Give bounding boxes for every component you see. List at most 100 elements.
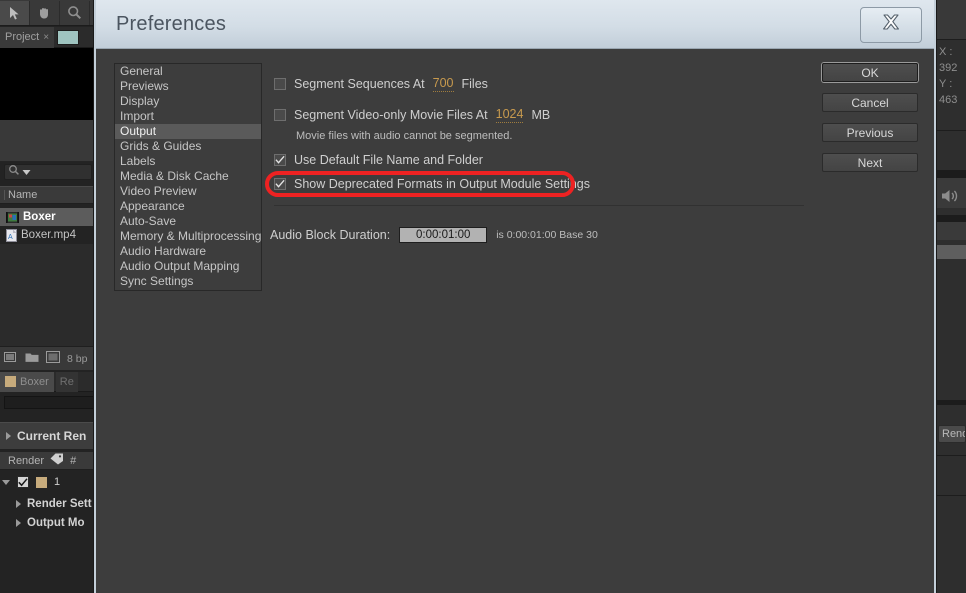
render-enabled-checkbox[interactable] xyxy=(17,476,29,488)
previous-button[interactable]: Previous xyxy=(822,123,918,142)
hand-tool-button[interactable] xyxy=(30,0,60,25)
arrow-icon xyxy=(9,6,20,20)
tab-project[interactable]: Project × xyxy=(0,26,55,48)
dialog-body: General Previews Display Import Output G… xyxy=(96,49,934,593)
render-button-label: Rend xyxy=(942,428,966,440)
check-icon xyxy=(275,155,285,164)
segment-sequences-label: Segment Sequences At xyxy=(294,77,425,91)
column-header-render: Render xyxy=(8,454,45,467)
preferences-category-list[interactable]: General Previews Display Import Output G… xyxy=(114,63,262,291)
dialog-title: Preferences xyxy=(116,13,227,35)
sidebar-item-display[interactable]: Display xyxy=(115,94,261,109)
new-comp-icon[interactable] xyxy=(4,351,18,366)
right-panel-header xyxy=(936,0,966,40)
disclosure-triangle-icon[interactable] xyxy=(16,499,21,508)
disclosure-triangle-icon[interactable] xyxy=(2,479,10,485)
disclosure-triangle-icon[interactable] xyxy=(6,432,11,440)
sidebar-item-media-and-disk-cache[interactable]: Media & Disk Cache xyxy=(115,169,261,184)
right-side-panels: X : 392 Y : 463 Rend xyxy=(936,0,966,593)
divider xyxy=(936,130,966,131)
next-button[interactable]: Next xyxy=(822,153,918,172)
sidebar-item-auto-save[interactable]: Auto-Save xyxy=(115,214,261,229)
sidebar-item-labels[interactable]: Labels xyxy=(115,154,261,169)
render-settings-row[interactable]: Render Sett xyxy=(0,494,94,513)
search-input[interactable] xyxy=(4,164,92,180)
ok-button[interactable]: OK xyxy=(822,63,918,82)
sidebar-item-previews[interactable]: Previews xyxy=(115,79,261,94)
sidebar-item-audio-hardware[interactable]: Audio Hardware xyxy=(115,244,261,259)
divider xyxy=(936,455,966,456)
sidebar-item-label: Import xyxy=(120,109,155,123)
project-column-header: Name xyxy=(0,186,94,204)
cancel-button[interactable]: Cancel xyxy=(822,93,918,112)
sidebar-item-grids-and-guides[interactable]: Grids & Guides xyxy=(115,139,261,154)
render-queue-tabbar: Boxer Re xyxy=(0,371,94,392)
hand-icon xyxy=(37,5,52,20)
sidebar-item-memory-and-multiprocessing[interactable]: Memory & Multiprocessing xyxy=(115,229,261,244)
sidebar-item-output[interactable]: Output xyxy=(115,124,261,139)
row-color-swatch xyxy=(36,476,47,488)
sidebar-item-general[interactable]: General xyxy=(115,64,261,79)
output-module-row[interactable]: Output Mo xyxy=(0,513,94,532)
sidebar-item-video-preview[interactable]: Video Preview xyxy=(115,184,261,199)
audio-block-duration-label: Audio Block Duration: xyxy=(270,228,391,242)
svg-text:A: A xyxy=(8,234,13,241)
audio-block-duration-input[interactable]: 0:00:01:00 xyxy=(399,227,488,243)
sidebar-item-label: Sync Settings xyxy=(120,274,194,288)
preferences-dialog: Preferences General Previews Display Imp… xyxy=(94,0,936,593)
divider xyxy=(936,215,966,222)
sidebar-item-audio-output-mapping[interactable]: Audio Output Mapping xyxy=(115,259,261,274)
tab-render-queue[interactable]: Re xyxy=(55,371,78,392)
project-settings-icon[interactable] xyxy=(46,351,60,366)
sidebar-item-appearance[interactable]: Appearance xyxy=(115,199,261,214)
project-empty-area xyxy=(0,244,94,346)
speaker-icon[interactable] xyxy=(940,188,960,204)
audio-block-duration-suffix: is 0:00:01:00 Base 30 xyxy=(496,229,598,241)
segment-sequences-value[interactable]: 700 xyxy=(432,76,454,92)
show-deprecated-checkbox[interactable] xyxy=(274,178,286,190)
bit-depth-label[interactable]: 8 bp xyxy=(67,353,87,365)
tab-boxer-comp[interactable]: Boxer xyxy=(0,371,54,392)
segment-sequences-checkbox[interactable] xyxy=(274,78,286,90)
ok-button-label: OK xyxy=(861,65,879,80)
divider xyxy=(936,495,966,496)
cursor-coordinates: X : 392 Y : 463 xyxy=(936,44,966,108)
disclosure-triangle-icon[interactable] xyxy=(16,518,21,527)
segment-video-unit: MB xyxy=(531,108,551,122)
coordinate-x: X : 392 xyxy=(939,46,958,74)
sidebar-item-label: Previews xyxy=(120,79,169,93)
project-panel-footer: 8 bp xyxy=(0,346,94,370)
right-sub-panel xyxy=(936,222,966,240)
project-panel-tabbar: Project × xyxy=(0,26,94,48)
use-default-file-name-row: Use Default File Name and Folder xyxy=(274,153,483,167)
render-button[interactable]: Rend xyxy=(938,425,966,443)
use-default-file-name-checkbox[interactable] xyxy=(274,154,286,166)
list-item[interactable]: A Boxer.mp4 xyxy=(0,226,94,244)
tab-project-label: Project xyxy=(5,31,40,43)
selection-tool-button[interactable] xyxy=(0,0,30,25)
sidebar-item-label: Memory & Multiprocessing xyxy=(120,229,262,243)
close-icon[interactable]: × xyxy=(43,32,49,43)
new-folder-icon[interactable] xyxy=(25,351,39,366)
panel-thumbnail xyxy=(57,29,80,45)
chevron-down-icon[interactable] xyxy=(22,163,31,181)
close-icon xyxy=(878,10,904,41)
sidebar-item-label: Appearance xyxy=(120,199,185,213)
use-default-file-name-label: Use Default File Name and Folder xyxy=(294,153,483,167)
sidebar-item-label: Auto-Save xyxy=(120,214,177,228)
sidebar-item-label: Media & Disk Cache xyxy=(120,169,229,183)
cancel-button-label: Cancel xyxy=(851,95,889,110)
project-preview-area xyxy=(0,48,94,120)
sidebar-item-sync-settings[interactable]: Sync Settings xyxy=(115,274,261,289)
right-highlight-strip xyxy=(936,245,966,259)
segment-video-value[interactable]: 1024 xyxy=(495,107,524,123)
current-render-section[interactable]: Current Ren xyxy=(0,422,94,450)
list-item[interactable]: Boxer xyxy=(0,208,94,226)
list-item-label: Boxer xyxy=(23,211,56,223)
segment-video-checkbox[interactable] xyxy=(274,109,286,121)
zoom-tool-button[interactable] xyxy=(60,0,90,25)
close-button[interactable] xyxy=(860,7,922,43)
next-button-label: Next xyxy=(857,155,883,170)
sidebar-item-import[interactable]: Import xyxy=(115,109,261,124)
render-queue-row[interactable]: 1 xyxy=(0,472,94,492)
